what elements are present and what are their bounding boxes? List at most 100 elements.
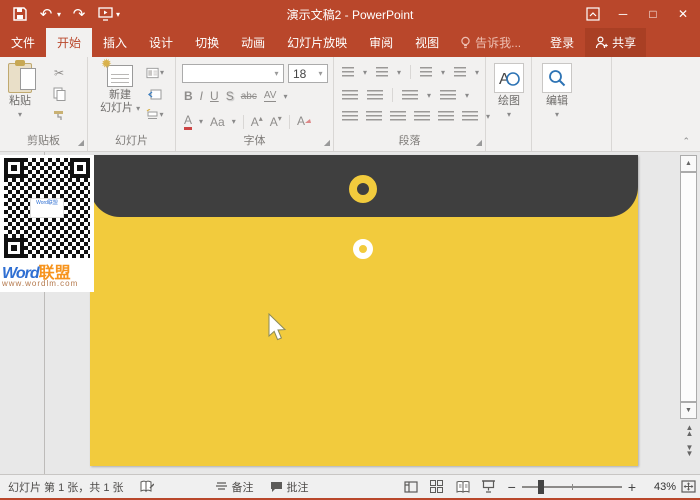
distribute-icon[interactable] — [438, 111, 454, 122]
ribbon-display-options-icon[interactable] — [580, 3, 606, 25]
layout-icon[interactable]: ▾ — [146, 65, 164, 80]
align-text-icon[interactable] — [440, 90, 456, 101]
tab-home[interactable]: 开始 — [46, 28, 92, 57]
slideshow-view-button[interactable] — [476, 475, 502, 498]
fit-slide-to-window-icon[interactable] — [676, 475, 700, 498]
bold-button[interactable]: B — [184, 89, 193, 103]
tab-review[interactable]: 审阅 — [358, 28, 404, 57]
scroll-up-icon[interactable]: ▲ — [680, 155, 697, 172]
mouse-cursor-icon — [266, 313, 288, 345]
text-shadow-button[interactable]: S — [226, 89, 234, 103]
font-color-dropdown-icon[interactable]: ▾ — [199, 117, 203, 126]
slides-group: ✹ 新建 幻灯片 ▾ ▾ ▾ 幻灯片 — [88, 57, 176, 151]
clipboard-dialog-launcher-icon[interactable]: ◢ — [78, 138, 84, 147]
change-case-dropdown-icon[interactable]: ▾ — [232, 117, 236, 126]
envelope-yellow-ring-shape[interactable] — [349, 175, 377, 203]
font-size-combo[interactable]: 18▾ — [288, 64, 328, 83]
ribbon: 粘贴 ▾ ✂ 剪贴板 ◢ ✹ 新建 幻灯片 ▾ — [0, 57, 700, 152]
underline-button[interactable]: U — [210, 89, 219, 103]
tell-me-box[interactable]: 告诉我... — [450, 28, 531, 57]
numbering-icon[interactable] — [376, 67, 388, 78]
scroll-down-icon[interactable]: ▼ — [680, 402, 697, 419]
zoom-out-icon[interactable]: − — [508, 479, 516, 495]
font-color-button[interactable]: A — [184, 113, 192, 130]
text-direction-icon[interactable] — [454, 67, 466, 78]
editing-label: 编辑 — [546, 95, 568, 108]
format-painter-icon[interactable] — [50, 107, 68, 122]
vertical-scrollbar[interactable]: ▲ ▼ ▲▲ ▼▼ — [680, 155, 697, 465]
paragraph-dialog-launcher-icon[interactable]: ◢ — [476, 138, 482, 147]
normal-view-button[interactable] — [398, 475, 424, 498]
qr-code: Word联盟 — [4, 158, 90, 258]
tab-animations[interactable]: 动画 — [230, 28, 276, 57]
tab-slideshow[interactable]: 幻灯片放映 — [276, 28, 358, 57]
zoom-slider-thumb[interactable] — [538, 480, 544, 494]
new-slide-button[interactable]: ✹ 新建 幻灯片 ▾ — [100, 65, 140, 115]
line-spacing-icon[interactable] — [420, 67, 432, 78]
reset-slide-icon[interactable] — [146, 86, 164, 101]
maximize-button[interactable]: □ — [640, 3, 666, 25]
next-slide-icon[interactable]: ▼▼ — [680, 442, 697, 459]
zoom-percentage[interactable]: 43% — [642, 481, 676, 493]
align-right-icon[interactable] — [390, 111, 406, 122]
slide-number-indicator[interactable]: 幻灯片 第 1 张，共 1 张 — [0, 475, 132, 498]
drawing-dropdown-icon[interactable]: ▾ — [507, 110, 511, 119]
justify-icon[interactable] — [414, 111, 430, 122]
bullets-icon[interactable] — [342, 67, 354, 78]
spellcheck-indicator[interactable] — [132, 475, 162, 498]
drawing-group: A 绘图 ▾ — [486, 57, 532, 151]
reading-view-button[interactable] — [450, 475, 476, 498]
notes-button[interactable]: 备注 — [207, 475, 262, 498]
italic-button[interactable]: I — [200, 89, 203, 103]
close-button[interactable]: ✕ — [670, 3, 696, 25]
align-left-icon[interactable] — [342, 111, 358, 122]
tab-insert[interactable]: 插入 — [92, 28, 138, 57]
tab-file[interactable]: 文件 — [0, 28, 46, 57]
comments-button[interactable]: 批注 — [262, 475, 317, 498]
paste-button[interactable]: 粘贴 ▾ — [8, 63, 32, 119]
tab-transitions[interactable]: 切换 — [184, 28, 230, 57]
editing-dropdown-icon[interactable]: ▾ — [555, 110, 559, 119]
decrease-indent-icon[interactable] — [342, 90, 358, 101]
scrollbar-track[interactable] — [680, 172, 697, 402]
share-button[interactable]: 共享 — [585, 28, 646, 57]
slide-sorter-view-button[interactable] — [424, 475, 450, 498]
cut-icon[interactable]: ✂ — [50, 65, 68, 80]
grow-font-button[interactable]: A▴ — [251, 114, 263, 129]
new-slide-icon: ✹ — [107, 65, 133, 87]
font-group-label: 字体 — [176, 132, 333, 148]
wordlm-watermark: Word联盟 Word联盟 www.wordlm.com — [0, 155, 94, 292]
change-case-button[interactable]: Aa — [210, 115, 225, 129]
clear-formatting-icon[interactable]: A — [297, 114, 311, 130]
font-name-combo[interactable]: ▾ — [182, 64, 284, 83]
slide-canvas[interactable] — [90, 155, 638, 466]
tab-view[interactable]: 视图 — [404, 28, 450, 57]
increase-indent-icon[interactable] — [367, 90, 383, 101]
previous-slide-icon[interactable]: ▲▲ — [680, 422, 697, 439]
zoom-slider[interactable] — [522, 486, 622, 488]
tab-design[interactable]: 设计 — [138, 28, 184, 57]
paste-dropdown-icon[interactable]: ▾ — [18, 110, 22, 119]
copy-icon[interactable] — [50, 86, 68, 101]
sign-in-button[interactable]: 登录 — [539, 28, 585, 57]
shrink-font-button[interactable]: A▾ — [270, 114, 282, 129]
zoom-in-icon[interactable]: + — [628, 479, 636, 495]
section-icon[interactable]: ▾ — [146, 107, 164, 122]
character-spacing-dropdown-icon[interactable]: ▾ — [283, 92, 287, 101]
envelope-white-ring-shape[interactable] — [353, 239, 373, 259]
font-size-value: 18 — [289, 67, 314, 81]
minimize-button[interactable]: ─ — [610, 3, 636, 25]
status-bar: 幻灯片 第 1 张，共 1 张 备注 批注 — [0, 474, 700, 498]
align-center-icon[interactable] — [366, 111, 382, 122]
strikethrough-button[interactable]: abc — [241, 91, 257, 102]
font-dialog-launcher-icon[interactable]: ◢ — [324, 138, 330, 147]
collapse-ribbon-icon[interactable]: ⌃ — [682, 136, 690, 147]
columns-icon[interactable] — [402, 90, 418, 101]
character-spacing-button[interactable]: AV — [264, 90, 277, 102]
drawing-button[interactable]: A 绘图 ▾ — [494, 63, 524, 119]
slides-group-label: 幻灯片 — [88, 132, 175, 148]
clipboard-group-label: 剪贴板 — [0, 132, 87, 148]
editing-button[interactable]: 编辑 ▾ — [542, 63, 572, 119]
share-label: 共享 — [612, 34, 636, 51]
smartart-convert-icon[interactable] — [462, 111, 478, 122]
